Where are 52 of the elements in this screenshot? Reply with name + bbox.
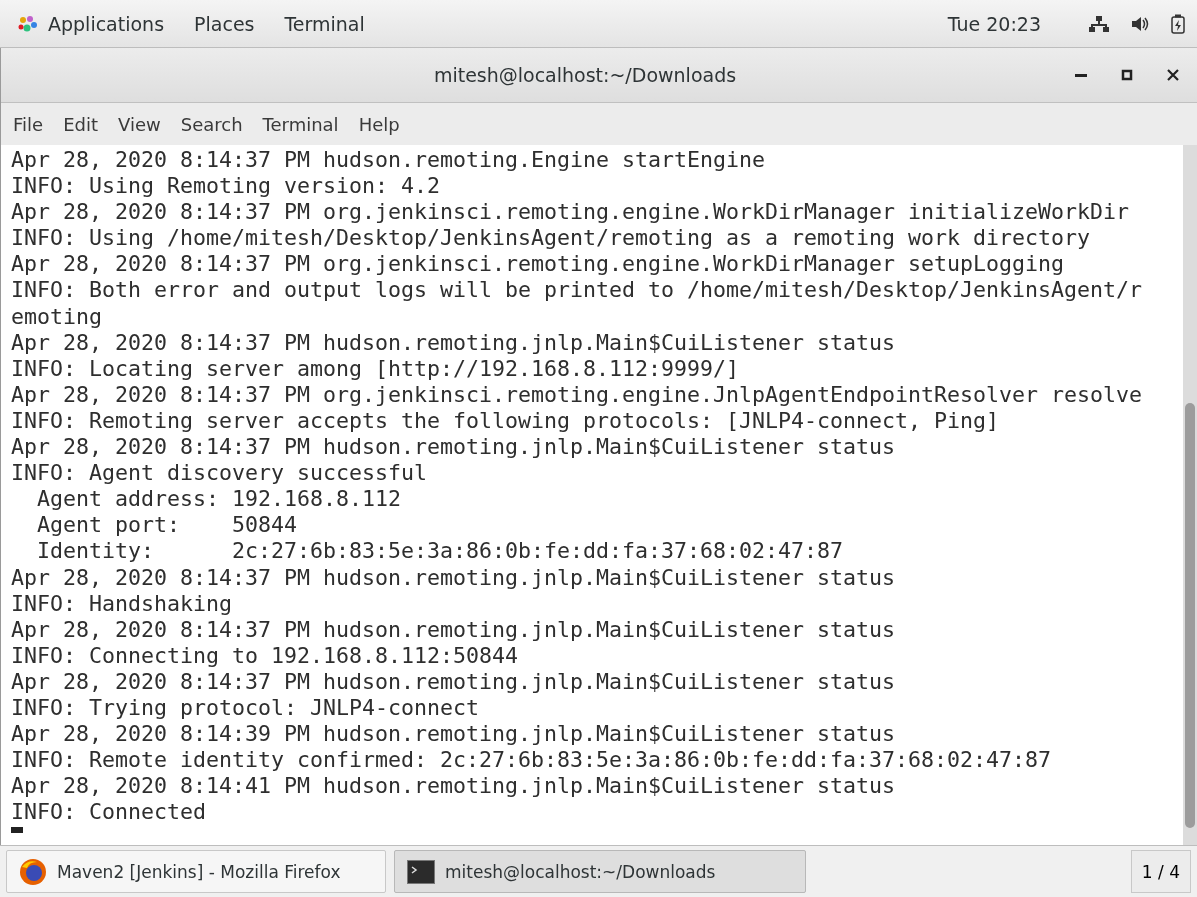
menu-item[interactable]: File <box>13 113 44 135</box>
network-icon <box>1089 14 1109 33</box>
terminal-line: INFO: Remoting server accepts the following protocols: [JNLP4-connect, Ping] <box>11 407 1000 435</box>
menu-item[interactable]: View <box>118 113 161 135</box>
maximize-icon <box>1121 69 1133 81</box>
terminal-line: INFO: Agent discovery successful <box>11 460 428 487</box>
globe-icon <box>19 857 47 886</box>
terminal-line: INFO: Handshaking <box>11 590 232 617</box>
terminal-line: INFO: Both error and output logs will be printed to /home/mitesh/Desktop/JenkinsAgent/r <box>11 277 1143 304</box>
scrollbar[interactable] <box>1183 145 1197 845</box>
menu-item[interactable]: Terminal <box>262 113 339 135</box>
gnome-foot-icon <box>18 14 38 33</box>
terminal-line: INFO: Trying protocol: JNLP4-connect <box>11 694 480 722</box>
terminal-line: INFO: Connecting to 192.168.8.112:50844 <box>11 642 519 669</box>
terminal-line: INFO: Using Remoting version: 4.2 <box>11 173 441 200</box>
window-title: mitesh@localhost:~/Downloads <box>432 64 738 86</box>
menu-item[interactable]: Help <box>358 113 400 135</box>
taskbar-item[interactable]: Maven2 [Jenkins] - Mozilla Firefox <box>6 850 386 893</box>
terminal-line: INFO: Connected <box>11 799 206 826</box>
menu-item[interactable]: Edit <box>63 113 98 135</box>
terminal-line: Apr 28, 2020 8:14:37 PM org.jenkinsci.remoting.engine.WorkDirManager initializeWorkDir <box>11 199 1130 226</box>
terminal-icon <box>407 859 435 884</box>
terminal-line: Apr 28, 2020 8:14:37 PM hudson.remoting.jnlp.Main$CuiListener status <box>11 616 896 643</box>
terminal-line: Apr 28, 2020 8:14:37 PM hudson.remoting.jnlp.Main$CuiListener status <box>11 434 896 461</box>
minimize-icon <box>1075 73 1087 77</box>
terminal-line: Apr 28, 2020 8:14:39 PM hudson.remoting.jnlp.Main$CuiListener status <box>11 721 896 748</box>
terminal-line: Apr 28, 2020 8:14:41 PM hudson.remoting.jnlp.Main$CuiListener status <box>11 773 896 800</box>
taskbar-item[interactable]: mitesh@localhost:~/Downloads <box>394 850 806 893</box>
volume-icon <box>1131 15 1149 32</box>
workspace-switcher[interactable]: 1 / 4 <box>1130 850 1191 893</box>
clock[interactable]: Tue 20:23 <box>947 12 1041 35</box>
close-icon <box>1167 69 1179 81</box>
menu-item[interactable]: Search <box>180 113 243 135</box>
terminal-line: Apr 28, 2020 8:14:37 PM hudson.remoting.jnlp.Main$CuiListener status <box>11 329 896 356</box>
scrollbar-thumb[interactable] <box>1185 403 1195 828</box>
terminal-line: Identity: 2c:27:6b:83:5e:3a:86:0b:fe:dd:fa:37:68:02:47:87 <box>36 538 844 565</box>
terminal-line: Agent address: 192.168.8.112 <box>36 486 402 513</box>
top-menu[interactable]: Places <box>194 12 255 35</box>
terminal-line: Apr 28, 2020 8:14:37 PM org.jenkinsci.remoting.engine.JnlpAgentEndpointResolver resolve <box>11 381 1143 408</box>
terminal-line: INFO: Remote identity confirmed: 2c:27:6b:83:5e:3a:86:0b:fe:dd:fa:37:68:02:47:87 <box>11 747 1052 774</box>
terminal-line: INFO: Using /home/mitesh/Desktop/JenkinsAgent/remoting as a remoting work directory <box>11 225 1091 252</box>
text-cursor <box>11 827 23 834</box>
top-menu[interactable]: Terminal <box>284 12 365 35</box>
top-menu[interactable]: Applications <box>48 12 165 35</box>
terminal-line: INFO: Locating server among [http://192.168.8.112:9999/] <box>11 355 740 382</box>
battery-icon <box>1171 13 1185 34</box>
terminal-line: Apr 28, 2020 8:14:37 PM hudson.remoting.jnlp.Main$CuiListener status <box>11 668 896 695</box>
terminal-line: Apr 28, 2020 8:14:37 PM org.jenkinsci.remoting.engine.WorkDirManager setupLogging <box>11 251 1065 278</box>
terminal-line: Agent port: 50844 <box>36 512 297 539</box>
terminal-line: emoting <box>11 303 102 330</box>
terminal-line: Apr 28, 2020 8:14:37 PM hudson.remoting.jnlp.Main$CuiListener status <box>11 564 896 591</box>
terminal-line: Apr 28, 2020 8:14:37 PM hudson.remoting.Engine startEngine <box>11 147 766 174</box>
